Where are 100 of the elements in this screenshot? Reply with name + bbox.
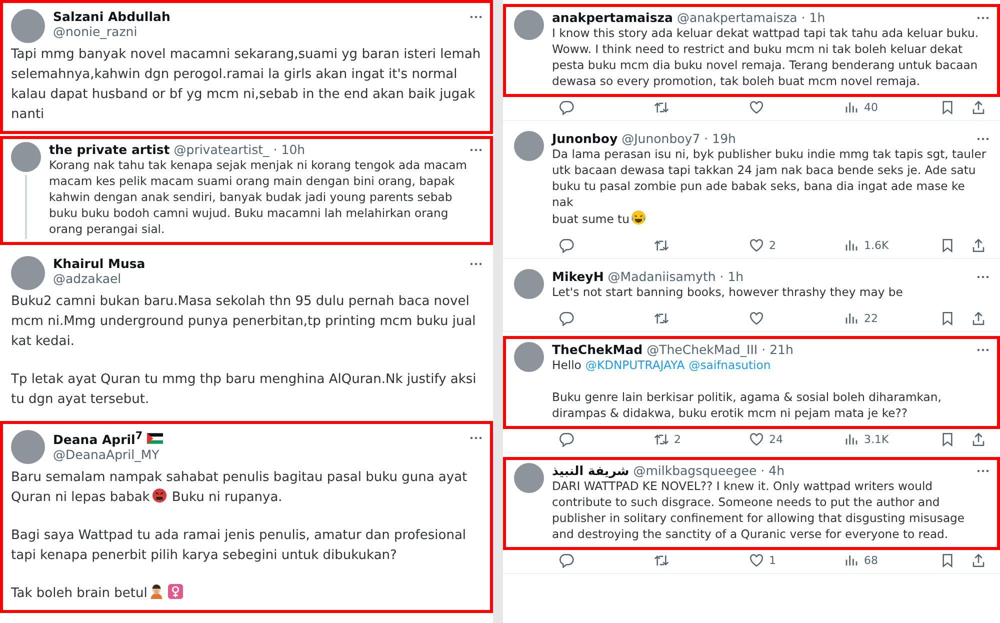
user-name[interactable]: شريفة النبيذ xyxy=(552,463,630,478)
avatar[interactable] xyxy=(514,10,544,40)
retweet-icon[interactable] xyxy=(654,100,669,115)
tweet-text: buat sume tu xyxy=(552,211,630,227)
heart-icon[interactable] xyxy=(749,311,764,326)
view-count: 3.1K xyxy=(864,433,889,446)
tweet-text: Baru semalam nampak sahabat penulis bagitau pasal buku guna ayat xyxy=(11,469,468,488)
share-icon[interactable] xyxy=(971,100,986,115)
reply-icon[interactable] xyxy=(559,432,574,447)
retweet-icon[interactable] xyxy=(654,311,669,326)
reply-icon[interactable] xyxy=(559,553,574,568)
heart-icon[interactable] xyxy=(749,238,764,253)
tweet-text: Buku2 camni bukan baru.Masa sekolah thn 95 dulu pernah baca novel mcm ni.Mmg underground punya penerbitan,tp printing mcm buku jual kat kedai. xyxy=(11,294,476,349)
bar-chart-icon[interactable] xyxy=(844,238,859,253)
user-handle[interactable]: @Junonboy7 xyxy=(622,131,700,146)
user-name[interactable]: the private artist xyxy=(49,142,170,157)
user-handle[interactable]: @Madaniisamyth xyxy=(608,269,716,284)
reply-icon[interactable] xyxy=(559,238,574,253)
user-name[interactable]: MikeyH xyxy=(552,269,604,284)
like-count: 24 xyxy=(769,433,783,446)
user-handle[interactable]: @DeanaApril_MY xyxy=(53,447,163,462)
user-handle[interactable]: @privateartist_ xyxy=(174,142,270,157)
heart-icon[interactable] xyxy=(749,432,764,447)
avatar[interactable] xyxy=(11,430,45,464)
tweet-text: DARI WATTPAD KE NOVEL?? I knew it. Only wattpad writers would contribute to such disgrace. Someone needs to put the author and publisher in solitary confinement for allowing that disgusting misusage and destroying the sanctity of a Quranic verse for everyone to read. xyxy=(552,479,965,541)
bar-chart-icon[interactable] xyxy=(844,553,859,568)
retweet-icon[interactable] xyxy=(654,432,669,447)
heart-icon[interactable] xyxy=(749,100,764,115)
tweet-text: Korang nak tahu tak kenapa sejak menjak ni korang tengok ada macam macam kes pelik macam suami orang main dengan bini orang, bapak kahwin dengan anak sendiri, banyak budak jadi young parents sebab buku buku bodoh camni wujud. Buku macamni lah melahirkan orang orang perangai sial. xyxy=(49,158,467,236)
tweet-text: Buku ni rupanya. xyxy=(172,489,282,508)
more-options-icon[interactable] xyxy=(977,137,989,141)
tweet-text: Buku genre lain berkisar politik, agama & sosial boleh diharamkan, dirampas & didakwa, buku erotik mcm ni pejam mata je ke?? xyxy=(552,390,942,420)
more-options-icon[interactable] xyxy=(470,148,482,152)
like-count: 2 xyxy=(769,239,776,252)
avatar[interactable] xyxy=(514,269,544,299)
avatar[interactable] xyxy=(11,256,45,290)
more-options-icon[interactable] xyxy=(470,262,482,266)
laughing-face-icon xyxy=(631,210,646,225)
retweet-icon[interactable] xyxy=(654,553,669,568)
retweet-count: 2 xyxy=(674,433,681,446)
female-sign-icon xyxy=(168,584,184,600)
tweet-text: Bagi saya Wattpad tu ada ramai jenis penulis, amatur dan profesional tapi kenapa penerbit pilih karya sebegini untuk dibukukan? xyxy=(11,528,466,564)
reply-icon[interactable] xyxy=(559,311,574,326)
more-options-icon[interactable] xyxy=(977,469,989,473)
user-handle[interactable]: @milkbagsqueegee xyxy=(633,463,757,478)
post-time[interactable]: · 1h xyxy=(801,10,826,25)
facepalm-icon xyxy=(149,584,164,600)
more-options-icon[interactable] xyxy=(977,275,989,279)
user-handle[interactable]: @anakpertamaisza xyxy=(676,10,798,25)
bar-chart-icon[interactable] xyxy=(844,100,859,115)
tweet-text: Tapi mmg banyak novel macamni sekarang,suami yg baran isteri lemah selemahnya,kahwin dgn perogol.ramai la girls akan ingat it's normal kalau dapat husband or bf yg mcm ni,sebab in the end akan baik jugak nanti xyxy=(11,47,481,122)
user-name[interactable]: TheChekMad xyxy=(552,342,643,357)
post-time[interactable]: · 19h xyxy=(704,131,736,146)
retweet-icon[interactable] xyxy=(654,238,669,253)
view-count: 40 xyxy=(864,101,878,114)
bookmark-icon[interactable] xyxy=(940,100,955,115)
bookmark-icon[interactable] xyxy=(940,311,955,326)
view-count: 22 xyxy=(864,312,878,325)
post-time[interactable]: · 1h xyxy=(720,269,744,284)
view-count: 1.6K xyxy=(864,239,889,252)
avatar[interactable] xyxy=(514,131,544,161)
post-time[interactable]: · 4h xyxy=(760,463,784,478)
bookmark-icon[interactable] xyxy=(940,553,955,568)
tweet-text: I know this story ada keluar dekat wattpad tapi tak tahu ada keluar buku. Woww. I think need to restrict and buku mcm ni tak boleh keluar dekat pesta buku mcm dia buku novel remaja. Terang benderang untuk bacaan dewasa so every promotion, tak boleh buat mcm novel remaja. xyxy=(552,26,979,88)
tweet-text: Hello xyxy=(552,357,582,373)
bar-chart-icon[interactable] xyxy=(844,432,859,447)
like-count: 1 xyxy=(769,554,776,567)
tweet-text: Quran ni lepas babak xyxy=(11,489,150,508)
reply-icon[interactable] xyxy=(559,100,574,115)
avatar[interactable] xyxy=(11,142,41,172)
tweet-text: Tp letak ayat Quran tu mmg thp baru menghina AlQuran.Nk justify aksi tu dgn ayat tersebut. xyxy=(11,372,476,407)
share-icon[interactable] xyxy=(971,432,986,447)
share-icon[interactable] xyxy=(971,238,986,253)
more-options-icon[interactable] xyxy=(977,348,989,352)
share-icon[interactable] xyxy=(971,553,986,568)
user-name[interactable]: Deana April$^{7}$ xyxy=(53,430,143,448)
bar-chart-icon[interactable] xyxy=(844,311,859,326)
post-time[interactable]: · 10h xyxy=(273,142,306,157)
user-handle[interactable]: @TheChekMad_III xyxy=(646,342,758,357)
avatar[interactable] xyxy=(11,9,45,43)
angry-face-icon xyxy=(152,488,167,504)
user-name[interactable]: anakpertamaisza xyxy=(552,10,673,25)
avatar[interactable] xyxy=(514,463,544,493)
share-icon[interactable] xyxy=(971,311,986,326)
user-name[interactable]: Khairul Musa xyxy=(53,256,146,271)
heart-icon[interactable] xyxy=(749,553,764,568)
more-options-icon[interactable] xyxy=(470,436,482,440)
more-options-icon[interactable] xyxy=(470,15,482,19)
user-name[interactable]: Junonboy xyxy=(552,131,618,146)
tweet-text: Let's not start banning books, however thrashy they may be xyxy=(552,285,903,299)
more-options-icon[interactable] xyxy=(977,16,989,20)
user-name[interactable]: Salzani Abdullah xyxy=(53,9,170,24)
bookmark-icon[interactable] xyxy=(940,432,955,447)
tweet-text: Tak boleh brain betul xyxy=(11,585,148,604)
view-count: 68 xyxy=(864,554,878,567)
user-handle[interactable]: @adzakael xyxy=(53,271,146,286)
bookmark-icon[interactable] xyxy=(940,238,955,253)
user-handle[interactable]: @nonie_razni xyxy=(53,24,170,39)
avatar[interactable] xyxy=(514,342,544,372)
post-time[interactable]: · 21h xyxy=(762,342,794,357)
